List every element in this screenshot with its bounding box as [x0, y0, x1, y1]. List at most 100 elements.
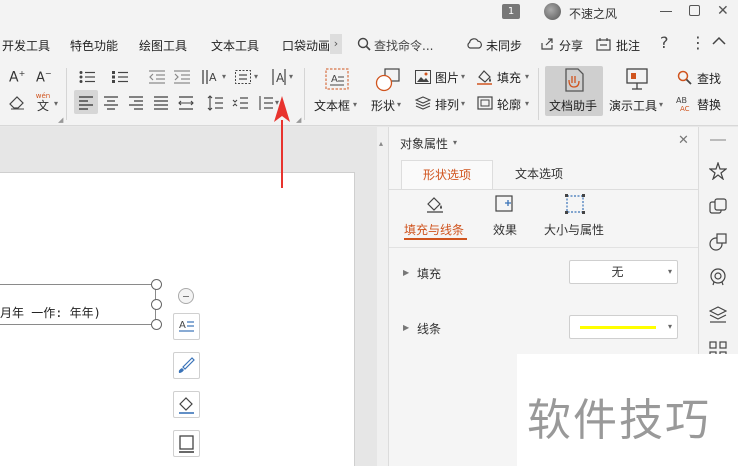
shape-button[interactable]: 形状 [371, 97, 395, 114]
align-right-icon[interactable] [128, 96, 144, 110]
restore-icon[interactable] [689, 5, 700, 16]
align-left-button[interactable] [74, 90, 98, 114]
line-color-select[interactable]: ▾ [569, 315, 678, 339]
line-expand-icon[interactable]: ▶ [403, 323, 409, 332]
arrange-button[interactable]: 排列 [435, 96, 459, 113]
picture-dropdown-icon[interactable]: ▾ [461, 72, 465, 81]
shapes-icon[interactable] [709, 233, 727, 251]
tab-drawing-tools[interactable]: 绘图工具 [139, 37, 187, 54]
tab-scroll-right-button[interactable]: › [330, 34, 342, 54]
phonetic-dropdown-icon[interactable]: ▾ [54, 99, 58, 108]
sync-status-button[interactable]: 未同步 [486, 37, 522, 54]
tab-text-options[interactable]: 文本选项 [493, 160, 585, 190]
spacing-options-icon[interactable] [257, 95, 273, 111]
svg-text:A: A [331, 74, 338, 85]
demo-tools-icon [625, 68, 649, 90]
user-avatar[interactable] [544, 3, 561, 20]
arrange-dropdown-icon[interactable]: ▾ [461, 99, 465, 108]
fill-section-label[interactable]: 填充 [417, 265, 441, 282]
textbox-button[interactable]: 文本框 [314, 97, 350, 114]
shape-icon[interactable] [375, 68, 401, 92]
panel-title-dropdown-icon[interactable]: ▾ [453, 138, 457, 147]
phonetic-guide-icon[interactable]: wén 文 [33, 92, 53, 112]
outline-dropdown-icon[interactable]: ▾ [525, 99, 529, 108]
close-window-icon[interactable]: ✕ [717, 3, 729, 19]
paragraph-spacing-icon[interactable] [232, 95, 248, 111]
text-fit-dropdown-icon[interactable]: ▾ [289, 72, 293, 81]
float-text-style-button[interactable]: A [173, 313, 200, 340]
layers-icon[interactable] [709, 305, 727, 323]
doc-assistant-button[interactable]: 文档助手 [545, 66, 603, 116]
annotate-button[interactable]: 批注 [616, 37, 640, 54]
decrease-indent-icon[interactable] [149, 70, 165, 84]
picture-button[interactable]: 图片 [435, 69, 459, 86]
annotate-icon [596, 37, 611, 51]
resize-handle-bottom-right[interactable] [151, 319, 162, 330]
justify-icon[interactable] [153, 96, 169, 110]
search-command-input[interactable]: 查找命令... [374, 37, 433, 54]
text-direction-icon[interactable]: A [201, 69, 219, 85]
subtab-fill-and-line[interactable]: 填充与线条 [404, 221, 464, 238]
menu-tab-bar: 开发工具 特色功能 绘图工具 文本工具 口袋动画 › 查找命令... 未同步 分… [0, 24, 738, 64]
resize-handle-right[interactable] [151, 299, 162, 310]
collapse-float-toolbar-icon[interactable] [178, 288, 194, 304]
help-icon[interactable]: ? [660, 33, 669, 52]
badge-icon[interactable] [709, 268, 727, 286]
distribute-icon[interactable] [178, 96, 194, 110]
minimize-icon[interactable] [660, 11, 672, 12]
float-outline-button[interactable] [173, 430, 200, 457]
textbox-content[interactable]: 月年 一作: 年年) [0, 304, 101, 321]
textbox-icon[interactable]: A [325, 68, 349, 90]
tab-developer-tools[interactable]: 开发工具 [2, 37, 50, 54]
fill-expand-icon[interactable]: ▶ [403, 268, 409, 277]
close-panel-icon[interactable]: ✕ [678, 133, 689, 148]
align-text-dropdown-icon[interactable]: ▾ [254, 72, 258, 81]
tab-pocket-animation[interactable]: 口袋动画 [282, 37, 330, 54]
numbered-list-icon[interactable] [112, 70, 128, 84]
outline-button[interactable]: 轮廓 [497, 96, 521, 113]
fill-dropdown-icon[interactable]: ▾ [525, 72, 529, 81]
subtab-effects[interactable]: 效果 [493, 221, 517, 238]
find-button[interactable]: 查找 [697, 70, 721, 87]
shape-dropdown-icon[interactable]: ▾ [397, 100, 401, 109]
fill-button[interactable]: 填充 [497, 69, 521, 86]
panel-title[interactable]: 对象属性 [400, 135, 448, 152]
window-count-badge[interactable]: 1 [502, 4, 520, 19]
more-options-icon[interactable]: ⋮ [690, 33, 706, 52]
bullet-list-icon[interactable] [79, 70, 95, 84]
increase-indent-icon[interactable] [174, 70, 190, 84]
text-fit-icon[interactable]: A [271, 68, 287, 86]
line-spacing-icon[interactable] [207, 95, 223, 111]
search-icon [357, 37, 371, 51]
font-group-launcher-icon[interactable]: ◢ [58, 116, 63, 124]
resize-handle-top-right[interactable] [151, 279, 162, 290]
share-button[interactable]: 分享 [559, 37, 583, 54]
float-fill-button[interactable] [173, 391, 200, 418]
pane-splitter[interactable]: ▴ [377, 127, 389, 466]
paragraph-group-launcher-icon[interactable]: ◢ [296, 116, 301, 124]
effects-star-icon[interactable] [709, 162, 727, 180]
clear-format-icon[interactable] [9, 96, 25, 110]
demo-tools-dropdown-icon[interactable]: ▾ [659, 100, 663, 109]
increase-font-size-icon[interactable]: A+ [9, 69, 25, 86]
annotation-arrow-shaft [281, 120, 283, 188]
copy-shapes-icon[interactable] [709, 198, 727, 216]
textbox-dropdown-icon[interactable]: ▾ [353, 100, 357, 109]
collapse-ribbon-icon[interactable] [712, 36, 726, 46]
line-section-label[interactable]: 线条 [417, 320, 441, 337]
username[interactable]: 不速之风 [569, 5, 617, 22]
tab-text-tools[interactable]: 文本工具 [211, 37, 259, 54]
align-text-icon[interactable] [235, 70, 251, 84]
separator [538, 68, 539, 120]
decrease-font-size-icon[interactable]: A− [36, 69, 52, 85]
tab-featured[interactable]: 特色功能 [70, 37, 118, 54]
text-direction-dropdown-icon[interactable]: ▾ [222, 72, 226, 81]
fill-select[interactable]: 无 ▾ [569, 260, 678, 284]
replace-button[interactable]: 替换 [697, 96, 721, 113]
subtab-size-and-properties[interactable]: 大小与属性 [544, 221, 604, 238]
demo-tools-button[interactable]: 演示工具 [609, 97, 657, 114]
size-properties-icon [565, 194, 585, 214]
tab-shape-options[interactable]: 形状选项 [401, 160, 493, 190]
float-shape-style-button[interactable] [173, 352, 200, 379]
align-center-icon[interactable] [103, 96, 119, 110]
